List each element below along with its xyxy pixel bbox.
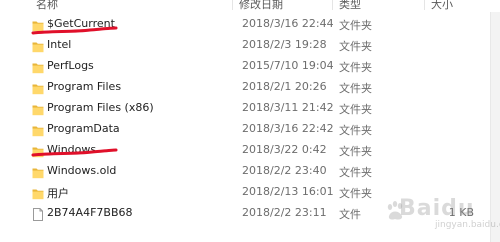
file-type: 文件夹 (339, 82, 372, 95)
file-row[interactable]: Program Files 2018/2/1 20:26 文件夹 (0, 76, 500, 97)
file-row[interactable]: $GetCurrent 2018/3/16 22:44 文件夹 (0, 13, 500, 34)
file-name: Program Files (47, 80, 122, 93)
file-type: 文件夹 (339, 187, 372, 200)
file-name: $GetCurrent (47, 17, 115, 30)
file-modified-date: 2018/2/2 23:11 (242, 206, 327, 219)
column-header: 名称 修改日期 类型 大小 (0, 0, 500, 12)
file-modified-date: 2018/2/2 23:40 (242, 164, 327, 177)
file-type: 文件 (339, 208, 361, 221)
folder-icon (32, 185, 44, 200)
file-modified-date: 2018/2/13 16:01 (242, 185, 334, 198)
folder-icon (32, 164, 44, 179)
watermark-logo: Baidu jingyan.baidu.com (385, 194, 500, 236)
file-type: 文件夹 (339, 40, 372, 53)
column-type-header[interactable]: 类型 (339, 0, 361, 12)
file-modified-date: 2018/3/16 22:44 (242, 17, 334, 30)
file-name: Program Files (x86) (47, 101, 154, 114)
file-modified-date: 2018/3/11 21:42 (242, 101, 334, 114)
column-name-header[interactable]: 名称 (36, 0, 58, 12)
folder-icon (32, 143, 44, 158)
file-modified-date: 2018/3/16 22:42 (242, 122, 334, 135)
file-type: 文件夹 (339, 145, 372, 158)
file-row[interactable]: Windows.old 2018/2/2 23:40 文件夹 (0, 160, 500, 181)
column-divider[interactable] (232, 0, 233, 10)
folder-icon (32, 59, 44, 74)
file-name: 用户 (47, 187, 69, 200)
file-name: 2B74A4F7BB68 (47, 206, 133, 219)
column-size-header[interactable]: 大小 (431, 0, 453, 12)
folder-icon (32, 17, 44, 32)
file-type: 文件夹 (339, 61, 372, 74)
file-modified-date: 2018/2/3 19:28 (242, 38, 327, 51)
folder-icon (32, 38, 44, 53)
file-modified-date: 2015/7/10 19:04 (242, 59, 334, 72)
file-name: PerfLogs (47, 59, 94, 72)
file-name: Windows (47, 143, 97, 156)
folder-icon (32, 122, 44, 137)
folder-icon (32, 101, 44, 116)
watermark-brand: Baidu (399, 196, 475, 221)
column-modified-header[interactable]: 修改日期 (239, 0, 283, 12)
file-name: Windows.old (47, 164, 117, 177)
file-type: 文件夹 (339, 19, 372, 32)
file-name: ProgramData (47, 122, 120, 135)
file-row[interactable]: PerfLogs 2015/7/10 19:04 文件夹 (0, 55, 500, 76)
column-divider[interactable] (332, 0, 333, 10)
file-type: 文件夹 (339, 166, 372, 179)
file-icon (32, 206, 44, 221)
file-modified-date: 2018/2/1 20:26 (242, 80, 327, 93)
file-row[interactable]: ProgramData 2018/3/16 22:42 文件夹 (0, 118, 500, 139)
file-row[interactable]: Intel 2018/2/3 19:28 文件夹 (0, 34, 500, 55)
folder-icon (32, 80, 44, 95)
file-type: 文件夹 (339, 124, 372, 137)
file-name: Intel (47, 38, 72, 51)
file-type: 文件夹 (339, 103, 372, 116)
file-modified-date: 2018/3/22 0:42 (242, 143, 327, 156)
file-row[interactable]: Windows 2018/3/22 0:42 文件夹 (0, 139, 500, 160)
watermark-url: jingyan.baidu.com (435, 220, 500, 230)
file-row[interactable]: Program Files (x86) 2018/3/11 21:42 文件夹 (0, 97, 500, 118)
column-divider[interactable] (424, 0, 425, 10)
